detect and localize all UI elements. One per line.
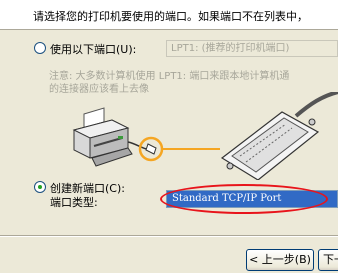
printer-connector-illustration (72, 92, 338, 180)
use-existing-port-shortcut: (U): (116, 43, 137, 56)
printer-icon (72, 107, 133, 167)
create-new-port-radio[interactable] (34, 181, 46, 193)
port-callout-circle (138, 136, 220, 162)
use-existing-port-text: 使用以下端口 (50, 43, 116, 56)
existing-port-combo[interactable]: LPT1: (推荐的打印机端口) (166, 40, 338, 57)
parallel-connector-icon (220, 92, 338, 180)
wizard-header: 请选择您的打印机要使用的端口。如果端口不在列表中， (0, 0, 338, 30)
next-button[interactable]: 下一 (318, 249, 338, 271)
port-type-label: 端口类型: (50, 196, 98, 209)
annotation-ellipse (160, 184, 328, 214)
create-new-port-shortcut: (C): (105, 182, 125, 195)
back-button[interactable]: < 上一步(B) (246, 249, 314, 271)
use-existing-port-label[interactable]: 使用以下端口(U): (50, 41, 136, 57)
footer-divider (0, 235, 338, 237)
use-existing-port-radio[interactable] (34, 42, 46, 54)
instruction-text: 请选择您的打印机要使用的端口。如果端口不在列表中， (33, 10, 308, 23)
port-note-line-1: 注意: 大多数计算机使用 LPT1: 端口来跟本地计算机通 (49, 71, 290, 82)
